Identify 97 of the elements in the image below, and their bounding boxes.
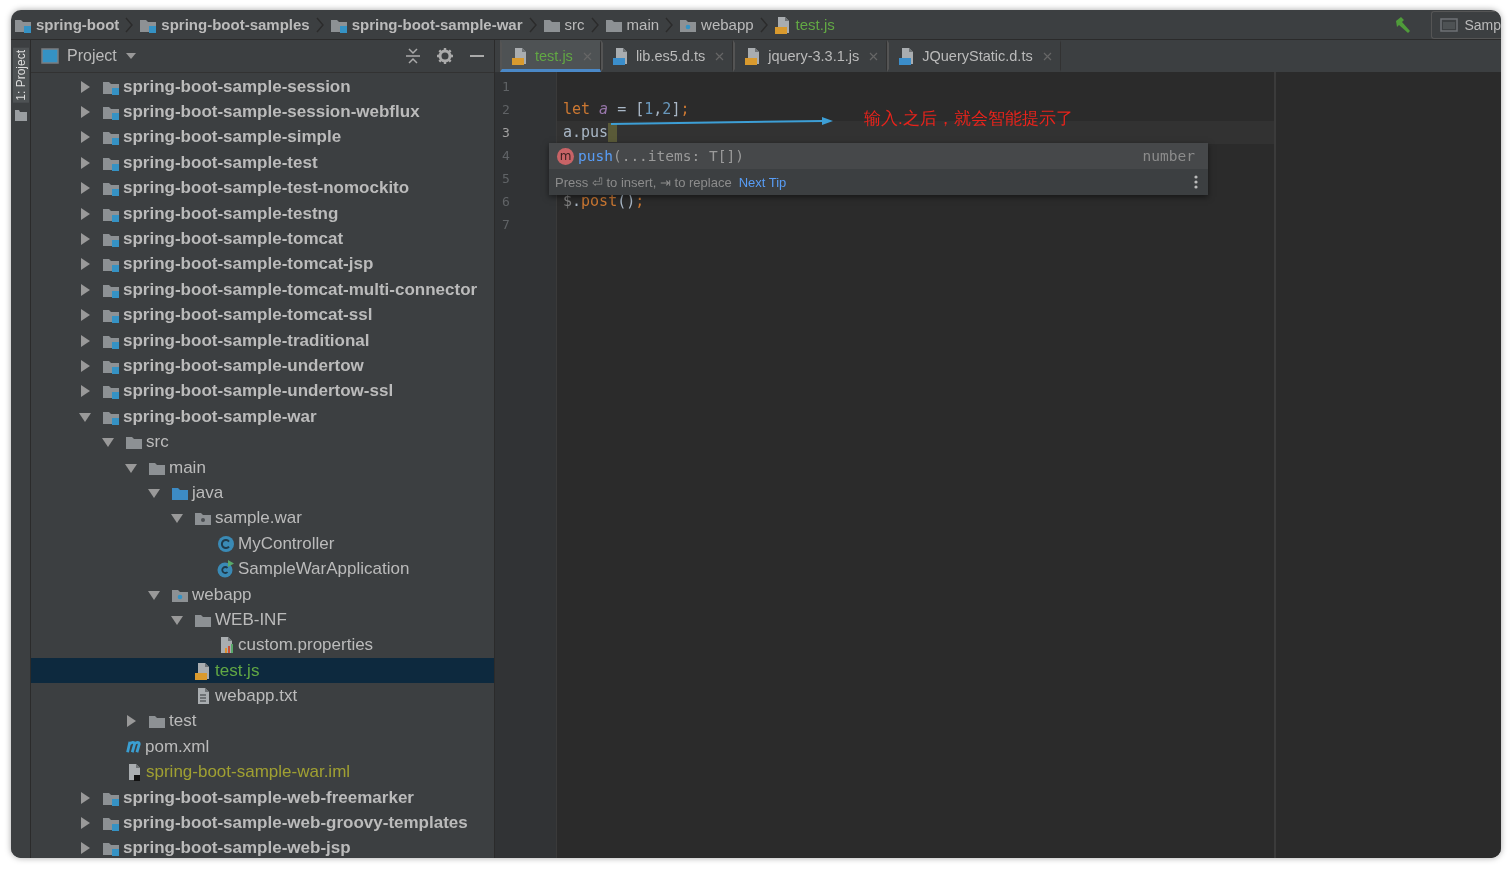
editor-tab[interactable]: lib.es5.d.ts [600, 40, 734, 72]
close-icon [1042, 51, 1052, 61]
folder-icon [14, 108, 27, 121]
js-file-icon [773, 15, 792, 34]
next-tip-link[interactable]: Next Tip [738, 174, 787, 190]
tree-item[interactable]: spring-boot-sample-tomcat-jsp [123, 254, 374, 275]
tree-item[interactable]: webapp [192, 584, 252, 605]
annotation-text: 输入.之后，就会智能提示了 [864, 108, 1073, 130]
tree-item[interactable]: spring-boot-sample-undertow [123, 356, 364, 376]
hint-text: Press ⏎ to insert, ⇥ to replace [555, 174, 732, 190]
expanded-arrow-icon[interactable] [102, 436, 114, 449]
collapsed-arrow-icon[interactable] [79, 334, 91, 347]
tree-item[interactable]: spring-boot-sample-web-jsp [123, 838, 351, 858]
collapsed-arrow-icon[interactable] [79, 233, 91, 246]
tree-item[interactable]: test.js [215, 660, 260, 681]
tree-item[interactable]: custom.properties [238, 635, 374, 656]
collapsed-arrow-icon[interactable] [79, 182, 91, 195]
breadcrumb-item[interactable]: src [564, 16, 585, 33]
tree-item[interactable]: spring-boot-sample-simple [123, 127, 342, 148]
breadcrumb-item[interactable]: spring-boot-samples [161, 16, 310, 33]
breadcrumb-item[interactable]: test.js [795, 16, 835, 33]
tree-item[interactable]: spring-boot-sample-web-freemarker [123, 787, 414, 808]
close-icon [869, 51, 879, 61]
tree-item[interactable]: main [169, 457, 206, 478]
collapsed-arrow-icon[interactable] [79, 80, 91, 93]
js-file-icon [511, 47, 529, 65]
tree-item[interactable]: spring-boot-sample-traditional [123, 330, 370, 351]
more-icon[interactable] [1194, 175, 1198, 189]
expanded-arrow-icon[interactable] [171, 512, 183, 525]
tree-item[interactable]: java [192, 482, 224, 503]
collapsed-arrow-icon[interactable] [79, 309, 91, 322]
collapsed-arrow-icon[interactable] [79, 106, 91, 119]
ts-file-icon [611, 47, 630, 65]
expanded-arrow-icon[interactable] [171, 613, 183, 626]
method-badge: m [557, 147, 574, 165]
tree-item[interactable]: spring-boot-sample-war [123, 406, 317, 427]
expanded-arrow-icon[interactable] [125, 461, 137, 474]
breadcrumb-item[interactable]: spring-boot-sample-war [351, 16, 523, 33]
collapsed-arrow-icon[interactable] [79, 131, 91, 144]
collapsed-arrow-icon[interactable] [79, 842, 91, 855]
return-type: number [1142, 148, 1195, 164]
collapsed-arrow-icon[interactable] [79, 156, 91, 169]
tree-item[interactable]: spring-boot-sample-tomcat-ssl [123, 305, 373, 326]
editor-tab[interactable]: JQueryStatic.d.ts [887, 40, 1061, 72]
expanded-arrow-icon[interactable] [79, 410, 91, 423]
tree-item[interactable]: spring-boot-sample-testng [123, 203, 339, 224]
tree-item[interactable]: sample.war [215, 508, 302, 529]
editor-tab[interactable]: jquery-3.3.1.js [733, 40, 888, 72]
tree-item[interactable]: spring-boot-sample-tomcat-multi-connector [123, 279, 478, 300]
collapsed-arrow-icon[interactable] [79, 385, 91, 398]
tree-item[interactable]: spring-boot-sample-war.iml [146, 762, 351, 783]
panel-icon [41, 47, 59, 65]
close-icon [582, 51, 592, 61]
tree-item[interactable]: spring-boot-sample-test [123, 152, 318, 173]
tree-item[interactable]: spring-boot-sample-tomcat [123, 229, 344, 250]
tree-item[interactable]: test [169, 711, 197, 732]
tree-item[interactable]: MyController [238, 533, 335, 554]
code-line: let a = [1,2]; [563, 99, 690, 120]
tool-window-tab[interactable]: 1: Project [12, 48, 29, 103]
maven-icon [126, 739, 142, 754]
tree-item[interactable]: spring-boot-sample-session [123, 76, 351, 97]
text-cursor [608, 123, 618, 142]
collapsed-arrow-icon[interactable] [125, 715, 137, 728]
settings-icon[interactable] [436, 47, 454, 65]
tree-item[interactable]: SampleWarApplication [238, 559, 410, 580]
window-icon [1440, 15, 1459, 34]
tree-item[interactable]: spring-boot-sample-web-groovy-templates [123, 813, 468, 833]
collapsed-arrow-icon[interactable] [79, 207, 91, 220]
class-run-icon [217, 560, 235, 579]
tree-item[interactable]: pom.xml [145, 736, 210, 757]
breadcrumb-item[interactable]: spring-boot [36, 16, 120, 33]
js-file-icon [194, 661, 212, 680]
collapsed-arrow-icon[interactable] [79, 791, 91, 804]
tree-item[interactable]: spring-boot-sample-test-nomockito [123, 178, 410, 199]
tree-item[interactable]: webapp.txt [215, 686, 298, 707]
tree-item[interactable]: src [146, 432, 169, 453]
breadcrumb-item[interactable]: webapp [701, 16, 754, 33]
tree-item[interactable]: WEB-INF [215, 609, 287, 630]
expanded-arrow-icon[interactable] [148, 486, 160, 499]
collapsed-arrow-icon[interactable] [79, 258, 91, 271]
completion-item[interactable]: m push(...items: T[]) number [549, 143, 1208, 169]
collapsed-arrow-icon[interactable] [79, 360, 91, 372]
collapsed-arrow-icon[interactable] [79, 283, 91, 296]
class-icon [217, 534, 235, 553]
collapse-all-icon[interactable] [404, 47, 422, 65]
method-name: push [578, 148, 613, 164]
tree-item[interactable]: spring-boot-sample-session-webflux [123, 102, 420, 123]
line-number: 3 [501, 124, 511, 142]
breadcrumb-item[interactable]: main [626, 16, 660, 33]
code-line: a.pus [563, 122, 609, 143]
tree-item[interactable]: spring-boot-sample-undertow-ssl [123, 381, 394, 402]
collapsed-arrow-icon[interactable] [79, 817, 91, 829]
panel-title[interactable]: Project [67, 47, 117, 65]
run-config-selector[interactable]: Samp [1431, 10, 1501, 39]
close-icon [715, 51, 725, 61]
method-signature: (...items: T[]) [612, 148, 744, 164]
expanded-arrow-icon[interactable] [148, 588, 160, 601]
